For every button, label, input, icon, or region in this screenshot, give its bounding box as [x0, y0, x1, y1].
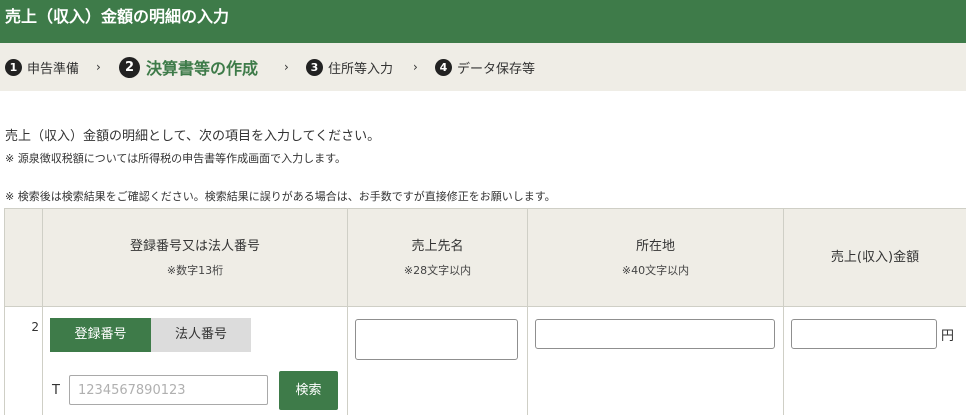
- step-2-current: 2 決算書等の作成: [119, 43, 258, 91]
- step-1-number-icon: 1: [5, 58, 22, 76]
- column-header-customer-name: 売上先名 ※28文字以内: [348, 209, 528, 307]
- column-header-address: 所在地 ※40文字以内: [528, 209, 784, 307]
- step-progress-bar: 1 申告準備 › 2 決算書等の作成 › 3 住所等入力 › 4 データ保存等: [0, 43, 966, 91]
- address-cell: [528, 307, 784, 415]
- column-header-amount: 売上(収入)金額: [784, 209, 966, 307]
- row-number: 2: [31, 320, 39, 334]
- registration-number-input[interactable]: [69, 375, 268, 405]
- step-2-number-icon: 2: [119, 56, 140, 78]
- step-1: 1 申告準備: [5, 43, 79, 91]
- column-header-hint: ※28文字以内: [403, 263, 472, 277]
- column-header-hint: ※40文字以内: [621, 263, 690, 277]
- withholding-note: ※ 源泉徴収税額については所得税の申告書等作成画面で入力します。: [5, 152, 347, 165]
- page-title: 売上（収入）金額の明細の入力: [5, 7, 230, 26]
- address-input[interactable]: [535, 319, 775, 349]
- amount-cell: 円: [784, 307, 966, 415]
- column-header-label: 所在地: [635, 238, 675, 254]
- column-header-label: 登録番号又は法人番号: [129, 238, 260, 254]
- step-4-label: データ保存等: [457, 61, 536, 77]
- step-3-number-icon: 3: [306, 58, 323, 76]
- column-header-label: 売上先名: [411, 238, 464, 254]
- step-2-label: 決算書等の作成: [146, 59, 259, 78]
- column-header-hint: ※数字13桁: [166, 263, 224, 277]
- yen-unit-label: 円: [941, 329, 955, 344]
- step-1-label: 申告準備: [27, 61, 80, 77]
- registration-number-cell: 登録番号 法人番号 T 検索: [43, 307, 348, 415]
- step-4: 4 データ保存等: [435, 43, 535, 91]
- customer-name-input[interactable]: [355, 319, 518, 360]
- t-prefix-label: T: [52, 383, 60, 398]
- chevron-right-icon: ›: [96, 60, 101, 74]
- registration-number-tab[interactable]: 登録番号: [50, 318, 151, 352]
- chevron-right-icon: ›: [413, 60, 418, 74]
- column-header-registration-number: 登録番号又は法人番号 ※数字13桁: [43, 209, 348, 307]
- chevron-right-icon: ›: [284, 60, 289, 74]
- step-3-label: 住所等入力: [328, 61, 394, 77]
- number-type-toggle: 登録番号 法人番号: [50, 318, 251, 352]
- corporate-number-tab[interactable]: 法人番号: [151, 318, 251, 352]
- row-number-cell: 2: [4, 307, 43, 415]
- customer-name-cell: [348, 307, 528, 415]
- amount-input[interactable]: [791, 319, 937, 349]
- column-header-label: 売上(収入)金額: [830, 249, 920, 265]
- page-header: 売上（収入）金額の明細の入力: [0, 0, 966, 43]
- intro-text: 売上（収入）金額の明細として、次の項目を入力してください。: [5, 129, 381, 144]
- row-number-header: [4, 209, 43, 307]
- search-note: ※ 検索後は検索結果をご確認ください。検索結果に誤りがある場合は、お手数ですが直…: [5, 190, 556, 203]
- step-4-number-icon: 4: [435, 58, 452, 76]
- search-button[interactable]: 検索: [279, 371, 338, 410]
- step-3: 3 住所等入力: [306, 43, 393, 91]
- sales-detail-table: 登録番号又は法人番号 ※数字13桁 売上先名 ※28文字以内 所在地 ※40文字…: [4, 208, 966, 415]
